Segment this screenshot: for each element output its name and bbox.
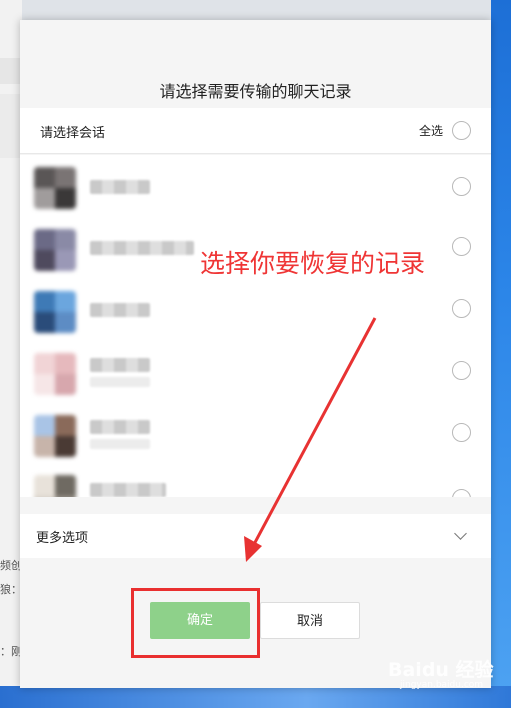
conversation-subtext-blurred	[90, 377, 150, 387]
dialog-title: 请选择需要传输的聊天记录	[159, 82, 352, 101]
avatar	[34, 291, 76, 333]
conversation-name-blurred	[90, 241, 194, 255]
annotation-text: 选择你要恢复的记录	[200, 249, 426, 278]
conversation-radio[interactable]	[452, 237, 471, 256]
conversation-radio[interactable]	[452, 177, 471, 196]
chevron-down-icon[interactable]	[454, 527, 467, 540]
background-text: ：刚	[0, 645, 22, 658]
conversation-name-blurred	[90, 358, 150, 372]
conversation-item[interactable]	[20, 281, 491, 343]
conversation-name-blurred	[90, 180, 150, 194]
conversation-item[interactable]	[20, 343, 491, 405]
conversation-item[interactable]	[20, 157, 491, 219]
conversation-name-blurred	[90, 303, 150, 317]
conversation-item[interactable]	[20, 405, 491, 467]
conversation-name-blurred	[90, 420, 150, 434]
list-header: 请选择会话 全选	[20, 108, 491, 154]
annotation-highlight-box	[131, 588, 260, 658]
more-options-row[interactable]: 更多选项	[20, 514, 491, 558]
cancel-button[interactable]: 取消	[260, 602, 360, 639]
conversation-subtext-blurred	[90, 439, 150, 449]
background-text: 狼：	[0, 583, 22, 596]
conversation-item[interactable]	[20, 467, 491, 497]
avatar	[34, 353, 76, 395]
conversation-radio[interactable]	[452, 361, 471, 380]
select-all-radio[interactable]	[452, 121, 471, 140]
background-band	[0, 58, 22, 84]
avatar	[34, 475, 76, 497]
watermark-url: jingyan.baidu.com	[400, 680, 484, 690]
conversation-name-blurred	[90, 483, 166, 497]
background-text: 频创	[0, 559, 22, 572]
conversation-radio[interactable]	[452, 423, 471, 442]
select-all-label[interactable]: 全选	[419, 122, 443, 139]
baidu-watermark: Baidu 经验	[388, 659, 494, 681]
conversation-radio[interactable]	[452, 489, 471, 497]
avatar	[34, 167, 76, 209]
desktop-background	[491, 0, 511, 708]
conversation-list[interactable]	[20, 155, 491, 497]
conversation-radio[interactable]	[452, 299, 471, 318]
background-band	[0, 94, 22, 158]
avatar	[34, 415, 76, 457]
more-options-label: 更多选项	[36, 531, 89, 546]
background-window: 频创 狼： ：刚	[0, 0, 22, 708]
avatar	[34, 229, 76, 271]
select-conversation-label: 请选择会话	[40, 126, 106, 141]
